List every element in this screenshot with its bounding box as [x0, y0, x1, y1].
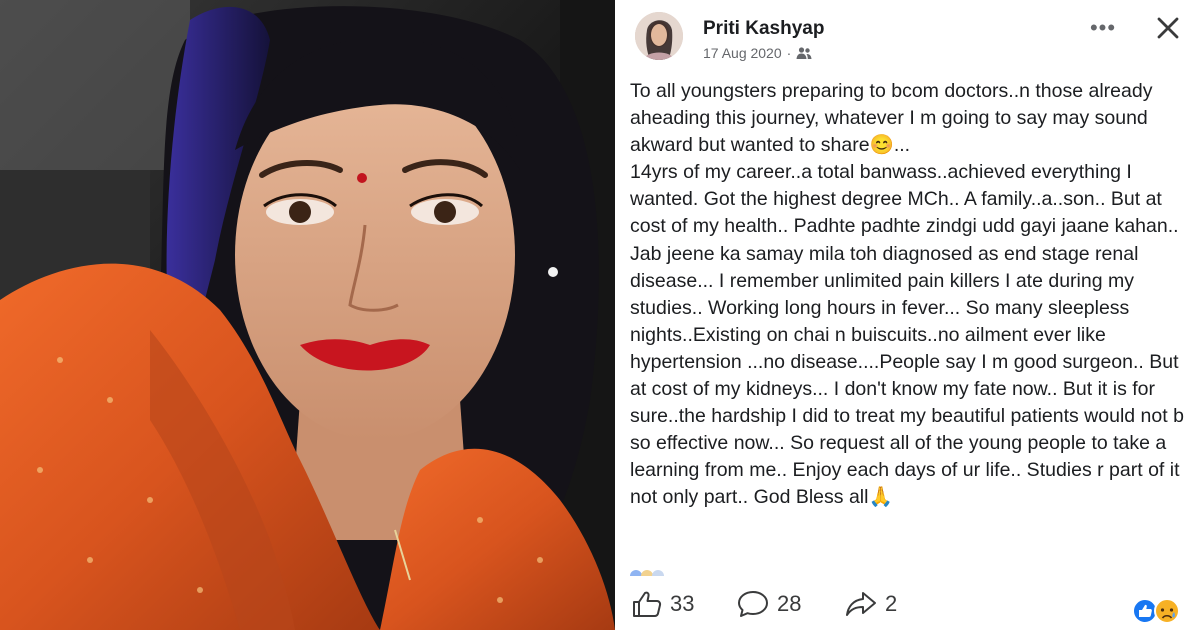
- share-count: 2: [885, 591, 898, 616]
- meta-separator: ·: [786, 45, 792, 61]
- reaction-summary-strip: [630, 570, 664, 576]
- post-card: Priti Kashyap 17 Aug 2020 · ••• To all y…: [615, 0, 1200, 630]
- post-date[interactable]: 17 Aug 2020: [703, 45, 782, 61]
- post-header: Priti Kashyap 17 Aug 2020 · •••: [615, 0, 1200, 70]
- more-icon[interactable]: •••: [1085, 14, 1121, 42]
- thumbs-up-icon: [633, 591, 662, 617]
- post-actions: 33 28 2: [615, 588, 1200, 624]
- author-name[interactable]: Priti Kashyap: [703, 18, 824, 40]
- like-button[interactable]: 33: [632, 590, 694, 618]
- like-and-sad-reaction-icons[interactable]: [1131, 596, 1189, 626]
- post-meta: 17 Aug 2020 ·: [703, 45, 812, 61]
- avatar[interactable]: [635, 12, 683, 60]
- comment-button[interactable]: 28: [737, 590, 801, 618]
- profile-photo: [0, 0, 615, 630]
- post-body: To all youngsters preparing to bcom doct…: [630, 80, 1184, 509]
- like-count: 33: [670, 591, 695, 616]
- friends-icon[interactable]: [796, 46, 812, 60]
- comment-bubble-icon: [738, 591, 768, 617]
- share-arrow-icon: [846, 592, 876, 616]
- comment-count: 28: [777, 591, 802, 616]
- close-icon[interactable]: [1150, 10, 1186, 46]
- selfie-illustration: [0, 0, 615, 630]
- avatar-image: [635, 12, 683, 60]
- share-button[interactable]: 2: [845, 590, 897, 618]
